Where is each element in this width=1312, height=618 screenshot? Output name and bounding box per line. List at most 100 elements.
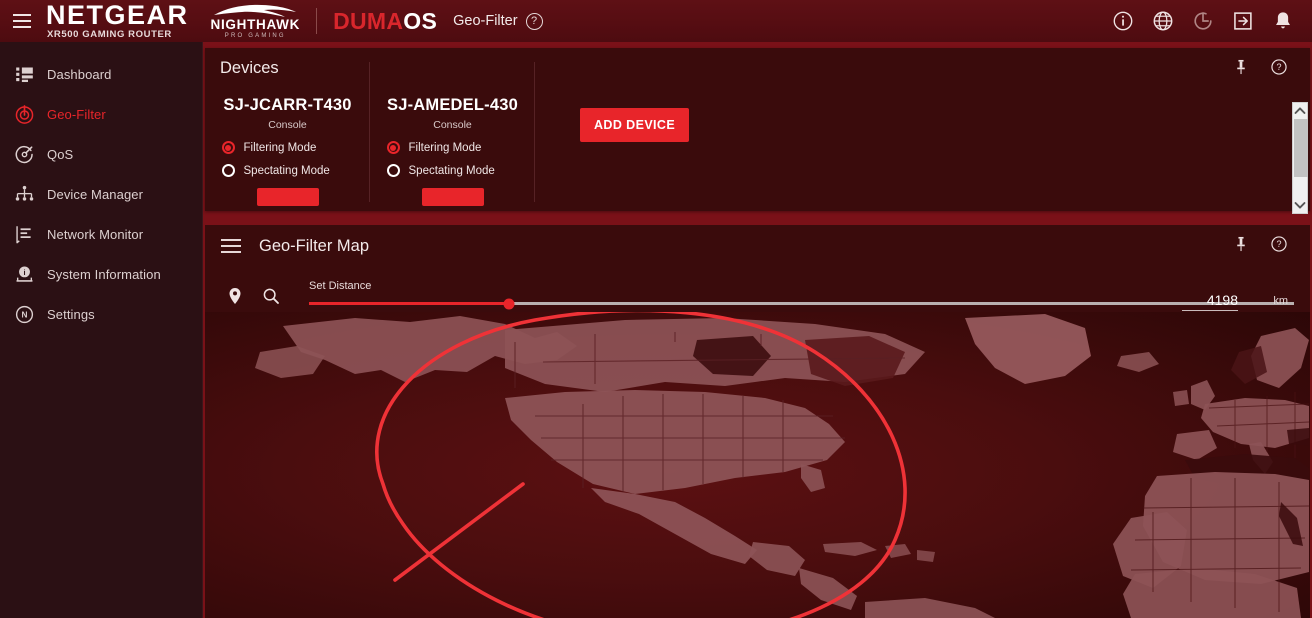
device-type: Console	[268, 119, 307, 131]
scrollbar-thumb[interactable]	[1294, 119, 1308, 177]
logout-icon[interactable]	[1232, 10, 1254, 32]
pin-icon[interactable]	[1232, 58, 1250, 76]
dumaos-logo: DUMAOS	[333, 8, 437, 35]
nighthawk-tagline: PRO GAMING	[224, 32, 286, 39]
map-pin-icon[interactable]	[225, 286, 245, 306]
sidebar-item-label: Settings	[47, 306, 95, 322]
page-title: Geo-Filter	[453, 13, 518, 29]
map-panel-title: Geo-Filter Map	[259, 236, 370, 255]
info-icon[interactable]	[1112, 10, 1134, 32]
world-map-svg	[205, 312, 1310, 618]
svg-text:i: i	[23, 267, 25, 276]
settings-icon: N	[15, 305, 34, 323]
map-panel-header: Geo-Filter Map ?	[205, 225, 1310, 267]
map-menu-icon[interactable]	[221, 239, 241, 253]
sidebar-item-label: Geo-Filter	[47, 106, 106, 122]
nighthawk-name: NIGHTHAWK	[210, 16, 301, 32]
radio-spectating-mode[interactable]	[221, 164, 235, 177]
sidebar-item-device-manager[interactable]: Device Manager	[0, 174, 202, 214]
slider-thumb[interactable]	[503, 298, 515, 309]
radio-filtering-mode[interactable]	[221, 141, 235, 154]
brand-model: XR500 GAMING ROUTER	[47, 28, 172, 40]
mode-label: Filtering Mode	[243, 141, 317, 154]
devices-panel-header: Devices ?	[205, 48, 1310, 88]
device-card[interactable]: SJ-JCARR-T430 Console Filtering Mode Spe…	[205, 62, 370, 206]
sidebar-navigation: Dashboard Geo-Filter QoS Device Manager …	[0, 42, 203, 618]
add-device-wrapper: ADD DEVICE	[535, 88, 690, 142]
add-device-button[interactable]: ADD DEVICE	[580, 108, 690, 142]
slider-fill	[309, 302, 509, 305]
device-type: Console	[433, 119, 472, 131]
filtering-mode-option[interactable]: Filtering Mode	[221, 141, 354, 154]
magnifier-icon[interactable]	[261, 286, 281, 306]
system-info-icon: i	[16, 265, 33, 282]
device-manager-icon	[15, 185, 34, 201]
help-icon[interactable]: ?	[1270, 58, 1288, 76]
sidebar-item-label: Device Manager	[47, 186, 144, 202]
dumaos-os: OS	[403, 7, 438, 34]
dumaos-duma: DUMA	[333, 7, 404, 34]
device-name: SJ-JCARR-T430	[223, 96, 352, 114]
map-panel-tools: ?	[1232, 235, 1288, 253]
spectating-mode-option[interactable]: Spectating Mode	[386, 164, 519, 177]
sidebar-item-geo-filter[interactable]: Geo-Filter	[0, 94, 202, 134]
sidebar-item-label: System Information	[47, 266, 161, 282]
filtering-mode-option[interactable]: Filtering Mode	[386, 141, 519, 154]
distance-unit: km	[1273, 295, 1288, 307]
radio-spectating-mode[interactable]	[386, 164, 400, 177]
sidebar-item-system-information[interactable]: i System Information	[0, 254, 202, 294]
device-strip: SJ-JCARR-T430 Console Filtering Mode Spe…	[205, 62, 1310, 211]
distance-value[interactable]: 4198	[1182, 292, 1238, 311]
devices-panel-title: Devices	[220, 58, 279, 77]
hamburger-icon[interactable]	[0, 0, 44, 42]
distance-slider-block: Set Distance 4198 km	[309, 280, 1310, 312]
sidebar-item-label: QoS	[47, 146, 74, 162]
main-content: Devices ? SJ-JCARR-T430 Console Filterin…	[203, 42, 1312, 618]
help-icon[interactable]: ?	[1270, 235, 1288, 253]
devices-list: SJ-JCARR-T430 Console Filtering Mode Spe…	[205, 62, 1310, 211]
chevron-down-icon[interactable]	[1292, 197, 1308, 213]
devices-panel-tools: ?	[1232, 58, 1288, 76]
notifications-icon[interactable]	[1272, 10, 1294, 32]
brand-name: NETGEAR	[46, 0, 189, 30]
svg-text:?: ?	[1276, 62, 1281, 72]
sidebar-item-network-monitor[interactable]: Network Monitor	[0, 214, 202, 254]
chevron-up-icon[interactable]	[1292, 103, 1308, 119]
network-monitor-icon	[16, 225, 31, 243]
geo-filter-map-panel: Geo-Filter Map ? Set Distance 4198 km	[205, 225, 1310, 618]
devices-scrollbar[interactable]	[1292, 102, 1308, 214]
mode-label: Spectating Mode	[243, 164, 330, 177]
world-map[interactable]	[205, 312, 1310, 618]
svg-text:N: N	[22, 309, 28, 319]
header-action-icons	[1112, 10, 1312, 32]
mode-label: Spectating Mode	[408, 164, 495, 177]
devices-panel: Devices ? SJ-JCARR-T430 Console Filterin…	[205, 48, 1310, 214]
device-card[interactable]: SJ-AMEDEL-430 Console Filtering Mode Spe…	[370, 62, 535, 206]
page-help-icon[interactable]: ?	[525, 12, 543, 30]
mode-label: Filtering Mode	[408, 141, 482, 154]
nighthawk-logo: NIGHTHAWK PRO GAMING	[211, 4, 301, 39]
radio-filtering-mode[interactable]	[386, 141, 400, 154]
sidebar-item-label: Network Monitor	[47, 226, 144, 242]
spectating-mode-option[interactable]: Spectating Mode	[221, 164, 354, 177]
sidebar-item-qos[interactable]: QoS	[0, 134, 202, 174]
distance-slider[interactable]	[309, 298, 1294, 309]
pin-icon[interactable]	[1232, 235, 1250, 253]
top-header-bar: NETGEAR XR500 GAMING ROUTER NIGHTHAWK PR…	[0, 0, 1312, 42]
device-name: SJ-AMEDEL-430	[387, 96, 518, 114]
device-action-button[interactable]	[256, 188, 319, 206]
reboot-icon[interactable]	[1192, 10, 1214, 32]
sidebar-item-settings[interactable]: N Settings	[0, 294, 202, 334]
map-controls: Set Distance 4198 km	[205, 267, 1310, 312]
geofilter-icon	[15, 104, 34, 124]
globe-icon[interactable]	[1152, 10, 1174, 32]
slider-label: Set Distance	[309, 280, 372, 292]
device-action-button[interactable]	[421, 188, 484, 206]
netgear-logo: NETGEAR XR500 GAMING ROUTER	[46, 0, 189, 40]
qos-icon	[15, 145, 33, 163]
svg-text:?: ?	[1276, 239, 1281, 249]
header-divider	[316, 8, 318, 34]
sidebar-item-label: Dashboard	[47, 66, 112, 82]
sidebar-item-dashboard[interactable]: Dashboard	[0, 54, 202, 94]
dashboard-icon	[16, 67, 33, 82]
